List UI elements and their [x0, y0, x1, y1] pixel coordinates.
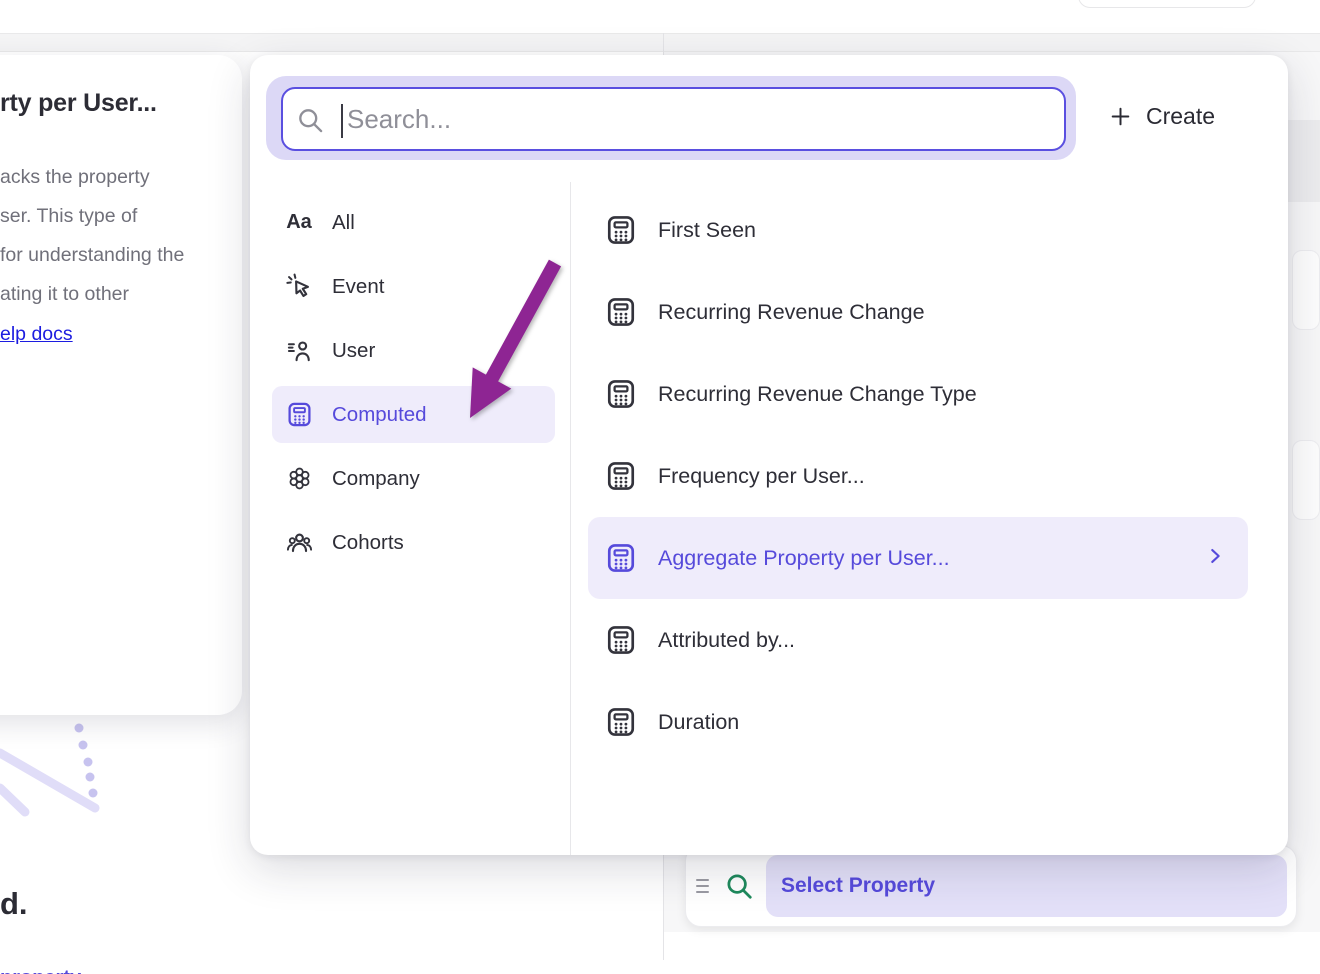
calculator-icon	[285, 401, 313, 429]
sidebar-item-label: User	[332, 339, 375, 363]
calculator-icon	[604, 214, 637, 247]
background-card-edge	[1292, 250, 1320, 330]
calculator-icon	[604, 378, 637, 411]
calculator-icon	[604, 296, 637, 329]
background-toolbar-band	[0, 33, 1320, 52]
property-item-label: Duration	[658, 710, 1248, 735]
sidebar-item-label: Computed	[332, 403, 427, 427]
clipped-heading-fragment: d.	[0, 886, 28, 922]
property-item[interactable]: Frequency per User...	[588, 435, 1248, 517]
background-top-right-card	[1078, 0, 1256, 8]
cohorts-icon	[285, 529, 313, 557]
create-button[interactable]: Create	[1108, 103, 1215, 130]
sidebar-item-label: Cohorts	[332, 531, 404, 555]
help-docs-link[interactable]: elp docs	[0, 315, 73, 354]
calculator-icon	[604, 460, 637, 493]
search-field-wrap	[281, 87, 1066, 151]
property-item-label: Aggregate Property per User...	[658, 546, 1183, 571]
tooltip-title: rty per User...	[0, 89, 226, 118]
sidebar-item-user[interactable]: User	[272, 322, 555, 379]
chevron-right-icon	[1204, 545, 1248, 572]
sidebar-item-computed[interactable]: Computed	[272, 386, 555, 443]
category-list: Aa All Event User Computed Company Cohorts	[272, 194, 555, 571]
drag-handle-icon[interactable]	[696, 878, 714, 894]
tooltip-line: ating it to other	[0, 275, 226, 314]
sidebar-item-label: Event	[332, 275, 384, 299]
sidebar-item-company[interactable]: Company	[272, 450, 555, 507]
property-item[interactable]: Aggregate Property per User...	[588, 517, 1248, 599]
calculator-icon	[604, 624, 637, 657]
property-item[interactable]: Recurring Revenue Change	[588, 271, 1248, 353]
tooltip-line: for understanding the	[0, 236, 226, 275]
sidebar-item-label: Company	[332, 467, 420, 491]
event-click-icon	[285, 273, 313, 301]
calculator-icon	[604, 706, 637, 739]
property-item-label: Frequency per User...	[658, 464, 1248, 489]
property-item[interactable]: Recurring Revenue Change Type	[588, 353, 1248, 435]
aa-text-icon: Aa	[285, 209, 313, 237]
property-list: First Seen Recurring Revenue Change Recurr…	[588, 189, 1248, 763]
sidebar-item-event[interactable]: Event	[272, 258, 555, 315]
tooltip-line: acks the property	[0, 158, 226, 197]
select-property-label: Select Property	[781, 874, 935, 898]
tooltip-line: ser. This type of	[0, 197, 226, 236]
select-property-button[interactable]: Select Property	[766, 855, 1287, 917]
property-item-label: First Seen	[658, 218, 1248, 243]
property-item-label: Recurring Revenue Change Type	[658, 382, 1248, 407]
calculator-icon	[604, 542, 637, 575]
tooltip-body: acks the property ser. This type of for …	[0, 158, 226, 354]
property-selector-card: Select Property	[685, 845, 1297, 927]
property-item-label: Recurring Revenue Change	[658, 300, 1248, 325]
property-item[interactable]: First Seen	[588, 189, 1248, 271]
create-button-label: Create	[1146, 103, 1215, 130]
clipped-link-fragment: property	[0, 967, 240, 974]
search-input[interactable]	[283, 89, 1064, 149]
decorative-doodles	[0, 713, 140, 833]
property-item-label: Attributed by...	[658, 628, 1248, 653]
property-item[interactable]: Attributed by...	[588, 599, 1248, 681]
background-card-edge	[1292, 440, 1320, 520]
modal-column-divider	[570, 182, 571, 855]
company-icon	[285, 465, 313, 493]
plus-icon	[1108, 104, 1133, 129]
property-picker-modal: Create Aa All Event User Computed Company Coho…	[250, 55, 1288, 855]
background-row-block	[1288, 120, 1320, 202]
sidebar-item-label: All	[332, 211, 355, 235]
sidebar-item-all[interactable]: Aa All	[272, 194, 555, 251]
user-icon	[285, 337, 313, 365]
property-description-tooltip: rty per User... acks the property ser. T…	[0, 55, 242, 715]
property-item[interactable]: Duration	[588, 681, 1248, 763]
search-icon-green	[724, 871, 754, 901]
sidebar-item-cohorts[interactable]: Cohorts	[272, 514, 555, 571]
